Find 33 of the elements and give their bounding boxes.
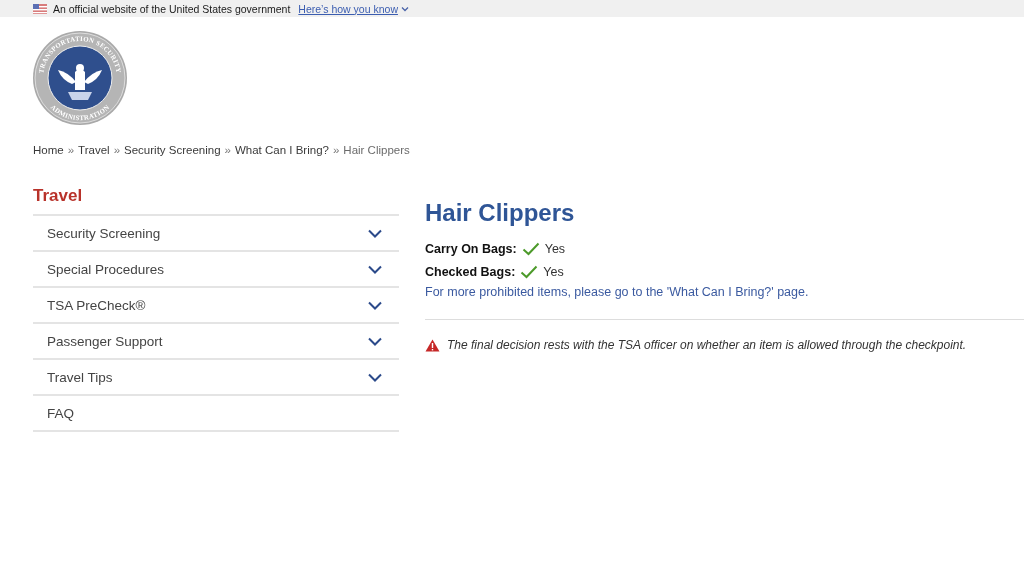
breadcrumb-separator: » (332, 144, 340, 156)
breadcrumb-link[interactable]: Home (33, 144, 64, 156)
sidebar-item[interactable]: FAQ (33, 396, 399, 432)
breadcrumb-link[interactable]: What Can I Bring? (234, 144, 329, 156)
chevron-down-icon (368, 300, 382, 310)
sidebar-item[interactable]: Special Procedures (33, 252, 399, 288)
sidebar-item[interactable]: Security Screening (33, 216, 399, 252)
page-title: Hair Clippers (425, 199, 576, 227)
chevron-down-icon (368, 336, 382, 346)
breadcrumb-separator: » (67, 144, 75, 156)
sidebar-title: Travel (33, 186, 399, 216)
breadcrumb-link[interactable]: Security Screening (124, 144, 221, 156)
current-page-text: Hair Clippers (343, 144, 410, 156)
chevron-down-icon (368, 264, 382, 274)
warning-icon (425, 338, 440, 352)
more-items-link[interactable]: For more prohibited items, please go to the 'What Can I Bring?' page. (425, 285, 1024, 299)
chevron-down-icon (368, 228, 382, 238)
rule-label: Checked Bags: (425, 264, 516, 279)
rule-value: Yes (543, 264, 564, 279)
how-you-know-link[interactable]: Here’s how you know (298, 2, 398, 15)
breadcrumb-separator: » (113, 144, 121, 156)
sidebar-item[interactable]: Travel Tips (33, 360, 399, 396)
sidebar-item[interactable]: TSA PreCheck® (33, 288, 399, 324)
sidebar-item[interactable]: Passenger Support (33, 324, 399, 360)
breadcrumb-separator: » (224, 144, 231, 156)
rule-value: Yes (544, 241, 566, 256)
caret-icon (400, 5, 409, 12)
rule-label: Carry On Bags: (425, 241, 517, 256)
flag-icon (33, 3, 47, 14)
banner-text: An official website of the United States government (53, 2, 291, 15)
notice-text: The final decision rests with the TSA officer on whether an item is allowed through the checkpoint. (447, 338, 967, 352)
chevron-down-icon (368, 372, 382, 382)
breadcrumb-link[interactable]: Travel (78, 144, 110, 156)
